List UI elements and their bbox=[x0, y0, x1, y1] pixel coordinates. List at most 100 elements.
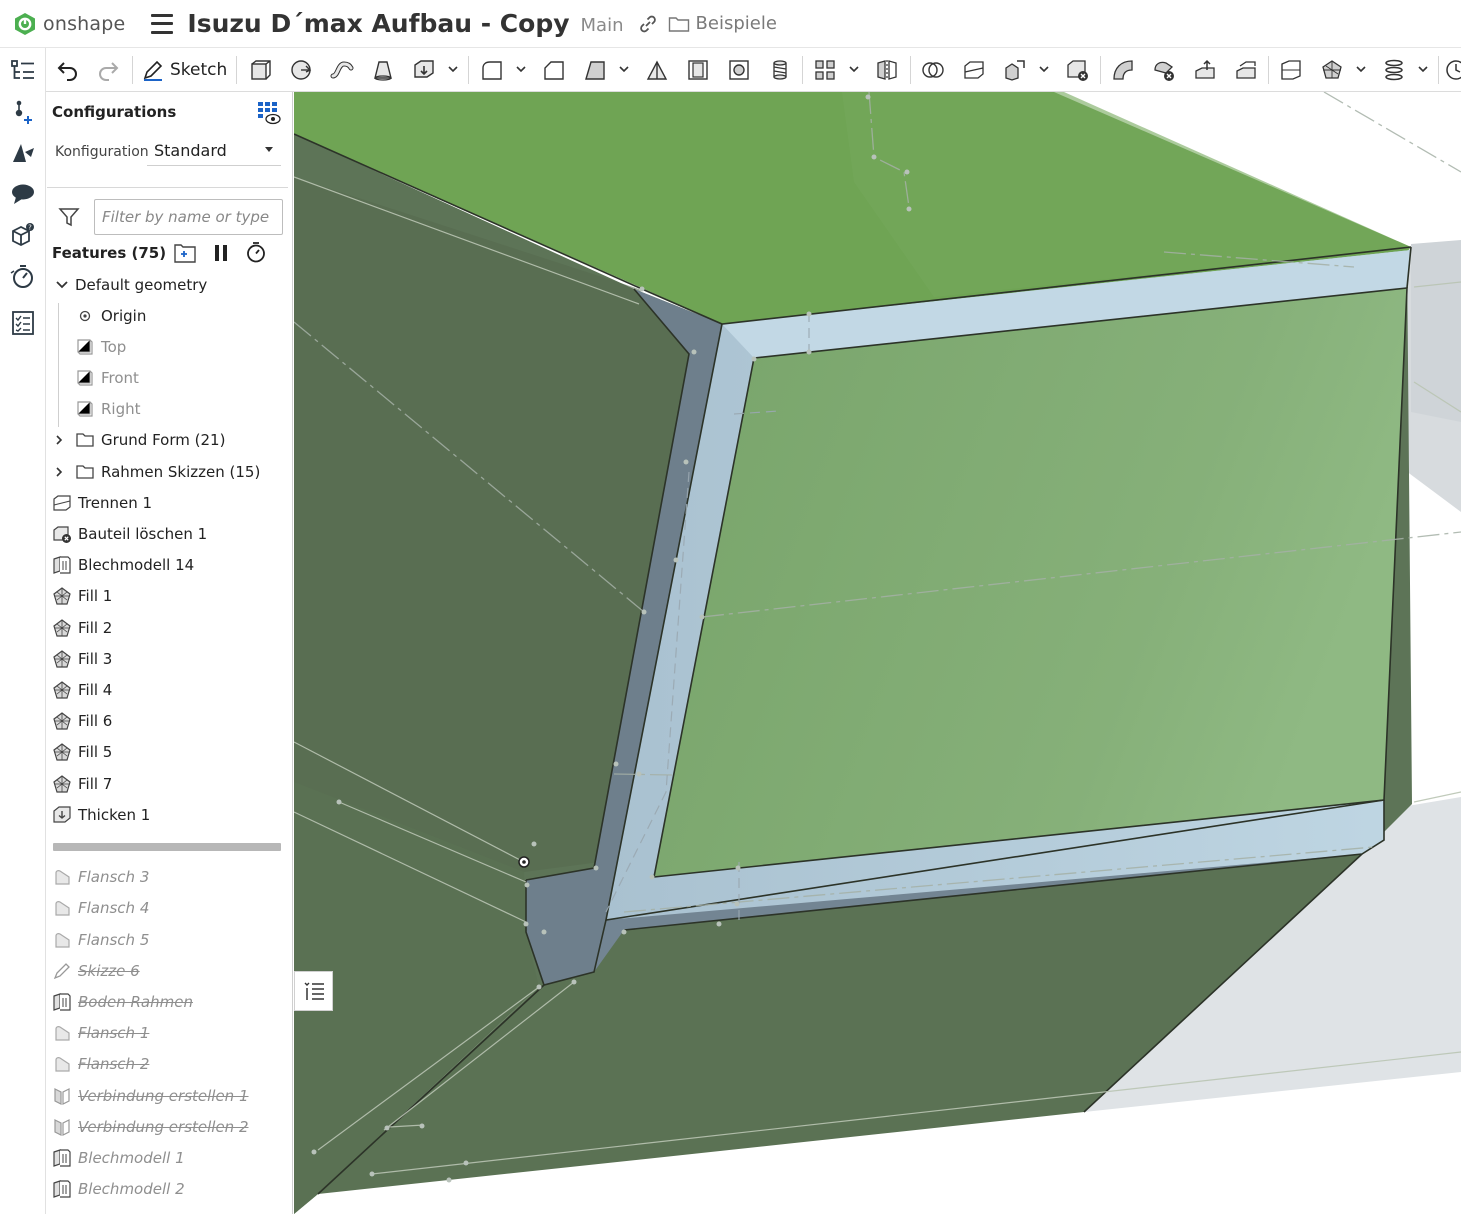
tree-item-fill-7[interactable]: Fill 7 bbox=[47, 769, 287, 799]
thicken-dropdown-chevron-icon[interactable] bbox=[447, 62, 459, 76]
tree-item-flansch-1[interactable]: Flansch 1 bbox=[47, 1018, 287, 1048]
rib-icon[interactable] bbox=[643, 56, 671, 84]
hole-icon[interactable] bbox=[725, 56, 753, 84]
tree-item-default-geometry[interactable]: Default geometry bbox=[47, 270, 287, 300]
tree-item-label: Flansch 3 bbox=[78, 868, 150, 886]
rebuild-timer-icon[interactable] bbox=[245, 241, 267, 263]
shell-icon[interactable] bbox=[684, 56, 712, 84]
tree-item-fill-2[interactable]: Fill 2 bbox=[47, 613, 287, 643]
tree-item-rahmen-skizzen-15[interactable]: Rahmen Skizzen (15) bbox=[47, 457, 287, 487]
pattern-icon[interactable] bbox=[811, 56, 839, 84]
split-icon[interactable] bbox=[960, 56, 988, 84]
rollback-bar[interactable] bbox=[53, 843, 281, 851]
tree-item-fill-4[interactable]: Fill 4 bbox=[47, 675, 287, 705]
delete-face-icon[interactable] bbox=[1150, 56, 1178, 84]
loft-icon[interactable] bbox=[369, 56, 397, 84]
insert-mate-icon[interactable] bbox=[9, 98, 37, 126]
move-face-icon[interactable] bbox=[1191, 56, 1219, 84]
feature-filter-input[interactable] bbox=[94, 199, 283, 235]
replace-face-icon[interactable] bbox=[1232, 56, 1260, 84]
add-folder-icon[interactable] bbox=[173, 242, 197, 264]
tree-item-bauteil-l-schen-1[interactable]: Bauteil löschen 1 bbox=[47, 519, 287, 549]
fill-surface-icon[interactable] bbox=[1318, 56, 1346, 84]
pattern-dropdown-chevron-icon[interactable] bbox=[848, 62, 860, 76]
list-toggle-button[interactable] bbox=[294, 971, 333, 1011]
draft-dropdown-chevron-icon[interactable] bbox=[618, 62, 630, 76]
fillet-icon[interactable] bbox=[478, 56, 506, 84]
draft-icon[interactable] bbox=[581, 56, 609, 84]
top-header: onshape Isuzu D´max Aufbau - Copy Main B… bbox=[0, 0, 1461, 48]
tree-item-flansch-2[interactable]: Flansch 2 bbox=[47, 1049, 287, 1079]
timer-icon[interactable] bbox=[9, 262, 37, 290]
redo-icon[interactable] bbox=[94, 56, 122, 84]
thread-icon[interactable] bbox=[766, 56, 794, 84]
undo-icon[interactable] bbox=[54, 56, 82, 84]
tree-item-blechmodell-1[interactable]: Blechmodell 1 bbox=[47, 1143, 287, 1173]
configuration-visibility-icon[interactable] bbox=[257, 101, 281, 125]
helix-icon[interactable] bbox=[1380, 56, 1408, 84]
extrude-icon[interactable] bbox=[246, 56, 274, 84]
transform-icon[interactable] bbox=[1001, 56, 1029, 84]
sketch-button[interactable]: Sketch bbox=[142, 56, 227, 84]
tree-item-fill-6[interactable]: Fill 6 bbox=[47, 706, 287, 736]
comment-icon[interactable] bbox=[9, 180, 37, 208]
sweep-icon[interactable] bbox=[328, 56, 356, 84]
more-icon[interactable] bbox=[1444, 56, 1461, 84]
tree-item-fill-5[interactable]: Fill 5 bbox=[47, 737, 287, 767]
chevron-right-icon[interactable] bbox=[52, 465, 66, 479]
tree-item-right[interactable]: Right bbox=[47, 394, 287, 424]
link-icon[interactable] bbox=[638, 14, 658, 34]
tree-item-flansch-3[interactable]: Flansch 3 bbox=[47, 862, 287, 892]
boolean-icon[interactable] bbox=[919, 56, 947, 84]
tree-item-label: Rahmen Skizzen (15) bbox=[101, 463, 261, 481]
joint-icon bbox=[52, 1086, 72, 1106]
tree-item-blechmodell-2[interactable]: Blechmodell 2 bbox=[47, 1174, 287, 1204]
surface-dropdown-chevron-icon[interactable] bbox=[1355, 62, 1367, 76]
pause-icon[interactable] bbox=[213, 244, 229, 262]
tree-item-top[interactable]: Top bbox=[47, 332, 287, 362]
curve-dropdown-chevron-icon[interactable] bbox=[1417, 62, 1429, 76]
modify-fillet-icon[interactable] bbox=[1109, 56, 1137, 84]
tree-item-verbindung-erstellen-2[interactable]: Verbindung erstellen 2 bbox=[47, 1112, 287, 1142]
chevron-down-icon[interactable] bbox=[52, 275, 72, 295]
chamfer-icon[interactable] bbox=[540, 56, 568, 84]
tree-item-flansch-5[interactable]: Flansch 5 bbox=[47, 925, 287, 955]
tree-item-front[interactable]: Front bbox=[47, 363, 287, 393]
hamburger-menu-icon[interactable] bbox=[151, 13, 174, 34]
tree-item-thicken-1[interactable]: Thicken 1 bbox=[47, 800, 287, 830]
appearance-icon[interactable] bbox=[9, 139, 37, 167]
part-info-icon[interactable]: ? bbox=[9, 221, 37, 249]
configuration-select[interactable]: Standard bbox=[147, 134, 281, 166]
mirror-icon[interactable] bbox=[873, 56, 901, 84]
filter-icon[interactable] bbox=[58, 206, 80, 228]
document-title[interactable]: Isuzu D´max Aufbau - Copy bbox=[187, 9, 569, 38]
revolve-icon[interactable] bbox=[287, 56, 315, 84]
transform-dropdown-chevron-icon[interactable] bbox=[1038, 62, 1050, 76]
tree-item-fill-1[interactable]: Fill 1 bbox=[47, 581, 287, 611]
plane-icon[interactable] bbox=[1277, 56, 1305, 84]
tree-item-verbindung-erstellen-1[interactable]: Verbindung erstellen 1 bbox=[47, 1081, 287, 1111]
tree-item-boden-rahmen[interactable]: Boden Rahmen bbox=[47, 987, 287, 1017]
tree-item-label: Grund Form (21) bbox=[101, 431, 226, 449]
chevron-right-icon[interactable] bbox=[52, 433, 66, 447]
model-view[interactable] bbox=[294, 92, 1461, 1214]
tree-item-skizze-6[interactable]: Skizze 6 bbox=[47, 956, 287, 986]
onshape-logo[interactable]: onshape bbox=[13, 12, 125, 36]
tree-item-origin[interactable]: Origin bbox=[47, 301, 287, 331]
tree-item-grund-form-21[interactable]: Grund Form (21) bbox=[47, 425, 287, 455]
delete-part-icon[interactable] bbox=[1063, 56, 1091, 84]
graphics-viewport[interactable] bbox=[294, 92, 1461, 1214]
flange-icon bbox=[52, 867, 72, 887]
tree-item-trennen-1[interactable]: Trennen 1 bbox=[47, 488, 287, 518]
thicken-icon[interactable] bbox=[410, 56, 438, 84]
branch-label[interactable]: Main bbox=[581, 15, 624, 36]
tree-item-label: Fill 4 bbox=[78, 681, 113, 699]
tree-item-flansch-4[interactable]: Flansch 4 bbox=[47, 893, 287, 923]
folder-breadcrumb[interactable]: Beispiele bbox=[668, 13, 777, 34]
fillet-dropdown-chevron-icon[interactable] bbox=[515, 62, 527, 76]
checklist-icon[interactable] bbox=[9, 309, 37, 337]
tree-item-label: Fill 2 bbox=[78, 619, 113, 637]
tree-item-fill-3[interactable]: Fill 3 bbox=[47, 644, 287, 674]
tree-item-blechmodell-14[interactable]: Blechmodell 14 bbox=[47, 550, 287, 580]
feature-list-icon[interactable] bbox=[9, 57, 37, 85]
